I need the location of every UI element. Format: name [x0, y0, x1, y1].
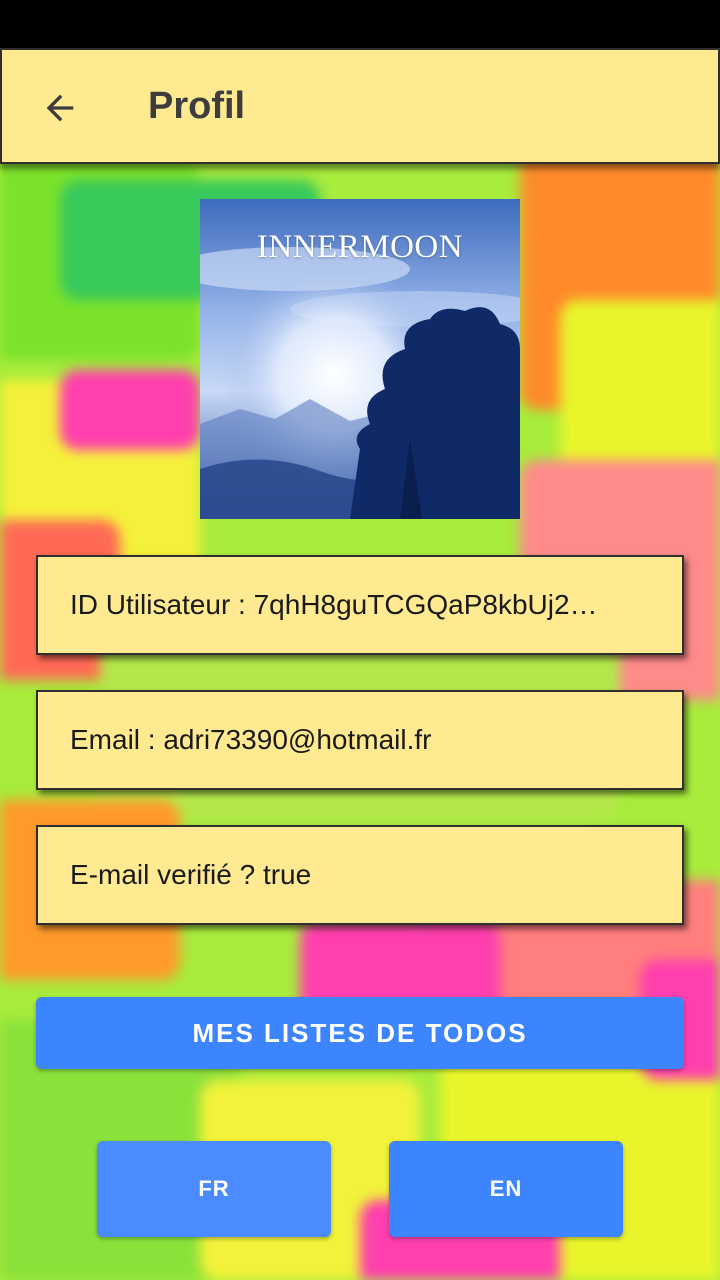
- email-card: Email : adri73390@hotmail.fr: [36, 690, 684, 790]
- back-button[interactable]: [28, 76, 92, 140]
- language-fr-button[interactable]: FR: [97, 1141, 331, 1237]
- todo-lists-button[interactable]: MES LISTES DE TODOS: [36, 997, 684, 1069]
- email-text: Email : adri73390@hotmail.fr: [70, 724, 432, 755]
- user-id-card: ID Utilisateur : 7qhH8guTCGQaP8kbUj2…: [36, 555, 684, 655]
- user-id-text: ID Utilisateur : 7qhH8guTCGQaP8kbUj2…: [70, 589, 598, 620]
- image-caption: INNERMOON: [256, 229, 464, 265]
- page-title: Profil: [148, 84, 246, 127]
- app-bar: Profil: [0, 48, 720, 164]
- profile-image: INNERMOON: [200, 199, 520, 519]
- email-verified-text: E-mail verifié ? true: [70, 859, 312, 890]
- language-en-button[interactable]: EN: [389, 1141, 623, 1237]
- status-bar: [0, 0, 720, 48]
- email-verified-card: E-mail verifié ? true: [36, 825, 684, 925]
- arrow-left-icon: [46, 94, 74, 122]
